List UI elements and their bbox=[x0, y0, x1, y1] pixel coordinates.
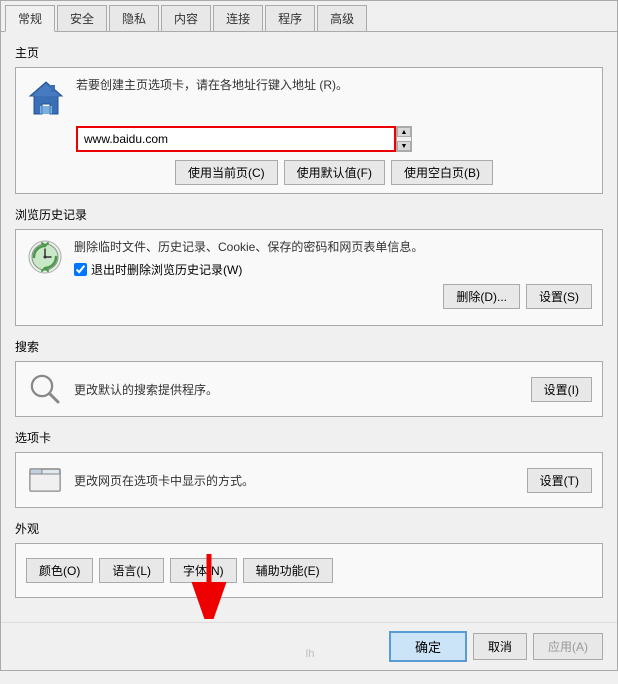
use-current-btn[interactable]: 使用当前页(C) bbox=[175, 160, 278, 185]
appearance-btn-row: 颜色(O) 语言(L) 字体(N) 辅助功能(E) bbox=[26, 552, 592, 589]
history-content: 删除临时文件、历史记录、Cookie、保存的密码和网页表单信息。 退出时删除浏览… bbox=[74, 238, 592, 309]
color-btn[interactable]: 颜色(O) bbox=[26, 558, 93, 583]
dialog: 常规 安全 隐私 内容 连接 程序 高级 主页 bbox=[0, 0, 618, 671]
homepage-btn-row: 使用当前页(C) 使用默认值(F) 使用空白页(B) bbox=[76, 160, 592, 185]
accessibility-btn[interactable]: 辅助功能(E) bbox=[243, 558, 333, 583]
history-title: 浏览历史记录 bbox=[15, 206, 603, 223]
history-section: 浏览历史记录 bbox=[15, 206, 603, 326]
url-input-wrapper: ▲ ▼ bbox=[76, 126, 592, 152]
tab-general[interactable]: 常规 bbox=[5, 5, 55, 32]
search-settings-btn[interactable]: 设置(I) bbox=[531, 377, 592, 402]
delete-history-btn[interactable]: 删除(D)... bbox=[443, 284, 520, 309]
tab-bar: 常规 安全 隐私 内容 连接 程序 高级 bbox=[1, 1, 617, 32]
homepage-section: 主页 若要创建主 bbox=[15, 44, 603, 194]
confirm-button[interactable]: 确定 bbox=[389, 631, 467, 662]
tabs-option-title: 选项卡 bbox=[15, 429, 603, 446]
tab-content[interactable]: 内容 bbox=[161, 5, 211, 31]
search-section: 搜索 更改默认的搜索提供程序。 设置(I) bbox=[15, 338, 603, 417]
checkbox-row: 退出时删除浏览历史记录(W) bbox=[74, 261, 592, 278]
tab-connection[interactable]: 连接 bbox=[213, 5, 263, 31]
main-content: 主页 若要创建主 bbox=[1, 32, 617, 622]
appearance-box: 颜色(O) 语言(L) 字体(N) 辅助功能(E) bbox=[15, 543, 603, 598]
tab-privacy[interactable]: 隐私 bbox=[109, 5, 159, 31]
search-icon bbox=[26, 370, 64, 408]
font-btn[interactable]: 字体(N) bbox=[170, 558, 237, 583]
scroll-up-btn[interactable]: ▲ bbox=[397, 127, 411, 137]
appearance-section: 外观 颜色(O) 语言(L) 字体(N) 辅助功能(E) bbox=[15, 520, 603, 598]
tab-programs[interactable]: 程序 bbox=[265, 5, 315, 31]
homepage-title: 主页 bbox=[15, 44, 603, 61]
history-icon bbox=[26, 238, 64, 276]
tabs-settings-btn[interactable]: 设置(T) bbox=[527, 468, 592, 493]
search-description: 更改默认的搜索提供程序。 bbox=[74, 381, 521, 398]
tabs-icon bbox=[26, 461, 64, 499]
tabs-option-box: 更改网页在选项卡中显示的方式。 设置(T) bbox=[15, 452, 603, 508]
search-title: 搜索 bbox=[15, 338, 603, 355]
history-btn-row: 删除(D)... 设置(S) bbox=[74, 284, 592, 309]
tabs-description: 更改网页在选项卡中显示的方式。 bbox=[74, 472, 517, 489]
tab-advanced[interactable]: 高级 bbox=[317, 5, 367, 31]
bottom-bar: 确定 取消 应用(A) Ih bbox=[1, 622, 617, 670]
use-default-btn[interactable]: 使用默认值(F) bbox=[284, 160, 385, 185]
search-box: 更改默认的搜索提供程序。 设置(I) bbox=[15, 361, 603, 417]
history-description: 删除临时文件、历史记录、Cookie、保存的密码和网页表单信息。 bbox=[74, 238, 592, 257]
homepage-box: 若要创建主页选项卡，请在各地址行键入地址 (R)。 ▲ ▼ 使用当前页(C) 使… bbox=[15, 67, 603, 194]
url-scrollbar: ▲ ▼ bbox=[396, 126, 412, 152]
homepage-description: 若要创建主页选项卡，请在各地址行键入地址 (R)。 bbox=[76, 76, 348, 95]
home-icon bbox=[26, 78, 66, 118]
homepage-url-input[interactable] bbox=[76, 126, 396, 152]
tabs-option-section: 选项卡 更改网页在选项卡中显示的方式。 设置(T) bbox=[15, 429, 603, 508]
cancel-button[interactable]: 取消 bbox=[473, 633, 527, 660]
language-btn[interactable]: 语言(L) bbox=[99, 558, 164, 583]
watermark: Ih bbox=[305, 648, 314, 660]
tab-security[interactable]: 安全 bbox=[57, 5, 107, 31]
history-box: 删除临时文件、历史记录、Cookie、保存的密码和网页表单信息。 退出时删除浏览… bbox=[15, 229, 603, 326]
apply-button[interactable]: 应用(A) bbox=[533, 633, 603, 660]
use-blank-btn[interactable]: 使用空白页(B) bbox=[391, 160, 493, 185]
delete-on-exit-checkbox[interactable] bbox=[74, 263, 87, 276]
history-settings-btn[interactable]: 设置(S) bbox=[526, 284, 592, 309]
appearance-title: 外观 bbox=[15, 520, 603, 537]
checkbox-label: 退出时删除浏览历史记录(W) bbox=[91, 261, 242, 278]
scroll-down-btn[interactable]: ▼ bbox=[397, 141, 411, 151]
